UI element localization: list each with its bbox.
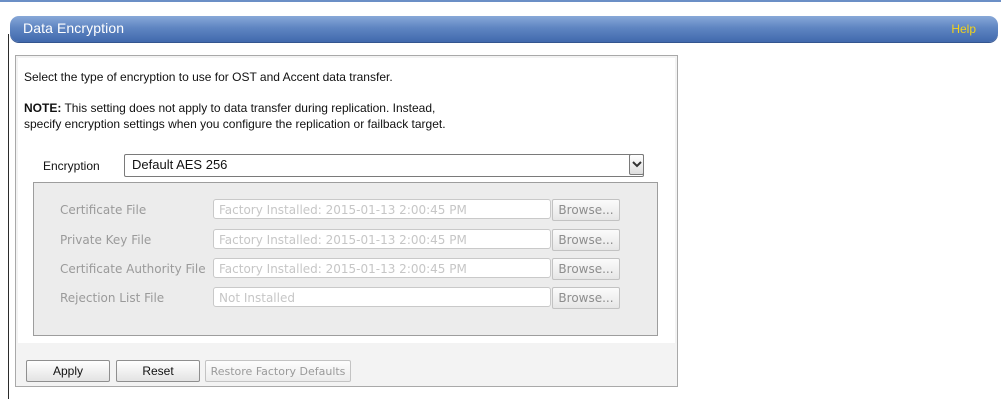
- encryption-dropdown-button[interactable]: [629, 154, 644, 175]
- encryption-label: Encryption: [43, 159, 100, 173]
- rejection-list-file-label: Rejection List File: [60, 291, 165, 305]
- rejection-list-file-browse-button: Browse...: [552, 287, 620, 309]
- intro-text: Select the type of encryption to use for…: [24, 70, 393, 84]
- encryption-selected-value: Default AES 256: [132, 157, 228, 172]
- certificate-authority-file-label: Certificate Authority File: [60, 262, 206, 276]
- private-key-file-input: Factory Installed: 2015-01-13 2:00:45 PM: [213, 229, 551, 249]
- private-key-file-row: Private Key File Factory Installed: 2015…: [34, 229, 657, 251]
- certificate-authority-file-input: Factory Installed: 2015-01-13 2:00:45 PM: [213, 258, 551, 278]
- note-label: NOTE:: [24, 101, 62, 115]
- apply-button[interactable]: Apply: [26, 360, 110, 382]
- certificate-authority-file-browse-button: Browse...: [552, 258, 620, 280]
- data-encryption-page: Data Encryption Help Select the type of …: [0, 0, 1001, 399]
- encryption-settings-area: Select the type of encryption to use for…: [18, 58, 675, 343]
- page-title: Data Encryption: [23, 20, 125, 36]
- left-border: [8, 34, 9, 399]
- encryption-select[interactable]: Default AES 256: [124, 154, 644, 177]
- certificate-file-row: Certificate File Factory Installed: 2015…: [34, 199, 657, 221]
- rejection-list-file-row: Rejection List File Not Installed Browse…: [34, 287, 657, 309]
- private-key-file-browse-button: Browse...: [552, 229, 620, 251]
- certificate-settings-box: Certificate File Factory Installed: 2015…: [33, 182, 658, 336]
- title-bar: Data Encryption Help: [10, 16, 998, 42]
- note-line-1: NOTE: This setting does not apply to dat…: [24, 101, 435, 115]
- help-link[interactable]: Help: [951, 22, 976, 36]
- reset-button[interactable]: Reset: [116, 360, 200, 382]
- certificate-file-browse-button: Browse...: [552, 199, 620, 221]
- restore-factory-defaults-button: Restore Factory Defaults: [205, 360, 351, 382]
- note-line-2: specify encryption settings when you con…: [24, 117, 446, 131]
- private-key-file-label: Private Key File: [60, 233, 152, 247]
- chevron-down-icon: [632, 161, 642, 168]
- note-text: This setting does not apply to data tran…: [61, 101, 436, 115]
- certificate-file-input: Factory Installed: 2015-01-13 2:00:45 PM: [213, 199, 551, 219]
- certificate-file-label: Certificate File: [60, 203, 147, 217]
- encryption-panel: Select the type of encryption to use for…: [15, 55, 678, 387]
- top-border: [0, 0, 1001, 2]
- rejection-list-file-input: Not Installed: [213, 287, 551, 307]
- certificate-authority-file-row: Certificate Authority File Factory Insta…: [34, 258, 657, 280]
